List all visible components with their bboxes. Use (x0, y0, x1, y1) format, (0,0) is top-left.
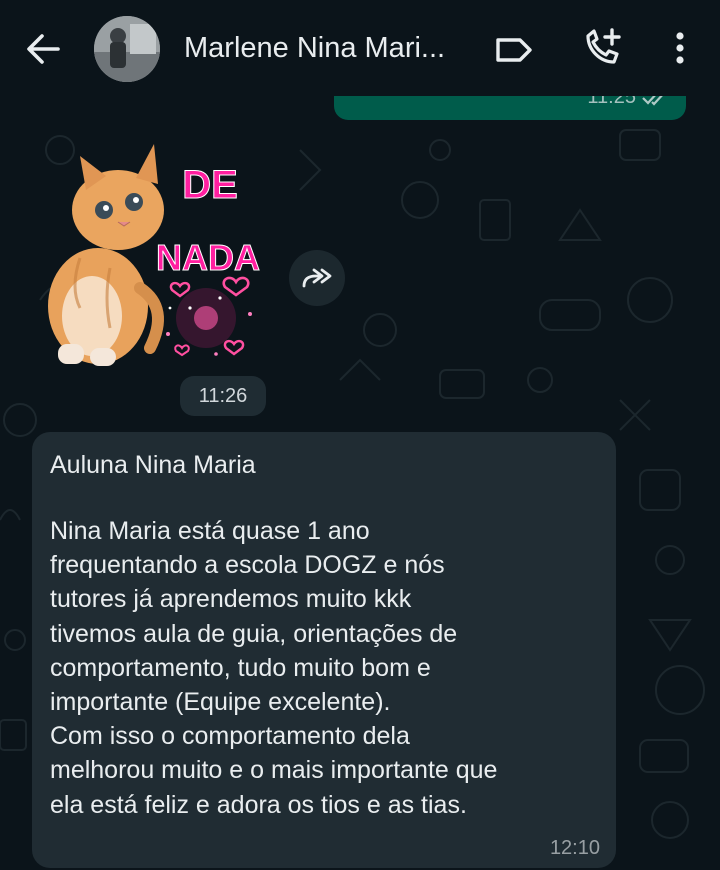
message-line: frequentando a escola DOGZ e nós (50, 551, 445, 580)
message-line: ela está feliz e adora os tios e as tias… (50, 790, 467, 819)
chat-header: Marlene Nina Mari... (0, 0, 720, 96)
message-line: tivemos aula de guia, orientações de (50, 619, 458, 648)
message-line: melhorou muito e o mais importante que (50, 756, 498, 785)
label-icon (496, 38, 532, 62)
kitten-image (48, 144, 164, 366)
more-vert-icon (676, 32, 684, 64)
forward-icon (302, 268, 332, 288)
message-line: importante (Equipe excelente). (50, 688, 391, 717)
back-arrow-icon (27, 34, 60, 64)
forward-button[interactable] (289, 250, 345, 306)
label-button[interactable] (492, 28, 536, 72)
message-line: Com isso o comportamento dela (50, 722, 410, 751)
sticker-time: 11:26 (180, 376, 266, 416)
sticker-text-nada: NADA (156, 237, 260, 278)
add-call-icon (586, 28, 621, 64)
more-options-button[interactable] (660, 24, 700, 72)
sticker-kitten-de-nada[interactable]: DE NADA (40, 138, 280, 378)
message-line: tutores já aprendemos muito kkk (50, 585, 412, 614)
sparkle-hearts (166, 276, 252, 357)
add-call-button[interactable] (578, 24, 626, 72)
message-time: 12:10 (549, 837, 600, 859)
message-body: Nina Maria está quase 1 ano frequentando… (50, 514, 610, 822)
avatar[interactable] (94, 16, 160, 82)
message-line: comportamento, tudo muito bom e (50, 653, 431, 682)
back-button[interactable] (20, 26, 66, 72)
message-sender-line: Auluna Nina Maria (50, 451, 256, 479)
sticker-text-de: DE (182, 163, 238, 207)
contact-name[interactable]: Marlene Nina Mari... (184, 30, 474, 66)
message-line: Nina Maria está quase 1 ano (50, 517, 370, 545)
incoming-message-bubble[interactable]: Auluna Nina Maria Nina Maria está quase … (32, 432, 616, 868)
